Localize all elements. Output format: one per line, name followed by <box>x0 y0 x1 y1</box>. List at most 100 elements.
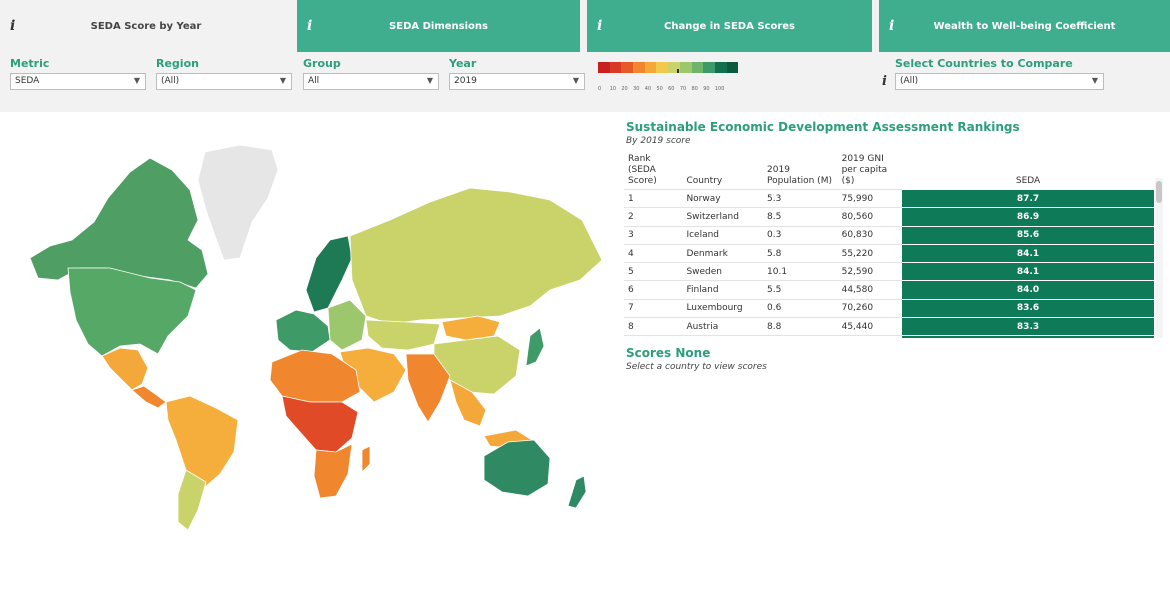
table-header-row: Rank (SEDA Score) Country 2019 Populatio… <box>624 152 1154 190</box>
map-region-japan[interactable] <box>525 327 545 367</box>
map-region-china[interactable] <box>433 335 521 395</box>
tab-seda-dimensions[interactable]: i SEDA Dimensions <box>297 0 580 52</box>
map-region-canada[interactable] <box>29 157 209 289</box>
info-icon[interactable]: i <box>10 18 15 34</box>
legend-swatch <box>726 62 739 73</box>
table-row[interactable]: 5 Sweden 10.1 52,590 84.1 <box>624 262 1154 281</box>
rank-cell: 9 <box>624 335 683 338</box>
tab-wealth-to-well-being[interactable]: i Wealth to Well-being Coefficient <box>879 0 1170 52</box>
rankings-title: Sustainable Economic Development Assessm… <box>626 120 1020 134</box>
map-region-usa[interactable] <box>67 267 197 357</box>
table-row[interactable]: 2 Switzerland 8.5 80,560 86.9 <box>624 207 1154 227</box>
rank-cell: 5 <box>624 262 683 281</box>
metric-filter: Metric SEDA ▼ <box>10 57 146 90</box>
table-row[interactable]: 9Netherlands17.146,18083.2 <box>624 335 1154 338</box>
group-select[interactable]: All ▼ <box>303 73 439 90</box>
world-map[interactable] <box>10 140 610 540</box>
map-region-central-asia[interactable] <box>365 319 441 351</box>
rankings-table-container[interactable]: Rank (SEDA Score) Country 2019 Populatio… <box>624 152 1164 338</box>
info-icon[interactable]: i <box>882 74 887 89</box>
chevron-down-icon: ▼ <box>572 76 579 85</box>
region-select[interactable]: (All) ▼ <box>156 73 292 90</box>
legend-swatch <box>691 62 704 73</box>
group-label: Group <box>303 57 341 70</box>
map-region-mongolia[interactable] <box>441 315 501 341</box>
region-filter: Region (All) ▼ <box>156 57 292 90</box>
scores-subtitle: Select a country to view scores <box>626 362 767 372</box>
tab-label: Wealth to Well-being Coefficient <box>933 20 1116 32</box>
country-cell: Finland <box>682 280 764 300</box>
info-icon[interactable]: i <box>307 18 312 34</box>
map-region-madagascar[interactable] <box>361 445 371 473</box>
info-icon[interactable]: i <box>889 18 894 34</box>
country-cell: Norway <box>682 188 764 208</box>
year-select[interactable]: 2019 ▼ <box>449 73 585 90</box>
gni-cell: 44,580 <box>837 280 903 300</box>
table-row[interactable]: 3 Iceland 0.3 60,830 85.6 <box>624 225 1154 245</box>
gni-cell: 80,560 <box>837 207 903 227</box>
column-header-gni[interactable]: 2019 GNI per capita ($) <box>838 152 902 190</box>
map-region-new-zealand[interactable] <box>567 475 587 509</box>
country-cell: Iceland <box>682 225 764 245</box>
seda-cell: 83.2 <box>902 335 1154 338</box>
metric-select[interactable]: SEDA ▼ <box>10 73 146 90</box>
map-region-russia[interactable] <box>349 187 603 325</box>
map-region-western-europe[interactable] <box>275 309 331 353</box>
legend-tick: 20 <box>621 86 628 92</box>
gni-cell: 55,220 <box>837 243 903 263</box>
population-cell: 5.3 <box>763 188 838 208</box>
map-region-south-america[interactable] <box>165 395 239 493</box>
column-header-country[interactable]: Country <box>682 152 763 190</box>
map-region-eastern-europe[interactable] <box>327 299 367 351</box>
scrollbar-thumb[interactable] <box>1156 181 1162 203</box>
info-icon[interactable]: i <box>597 18 602 34</box>
legend-color-scale <box>598 62 739 73</box>
map-region-australia[interactable] <box>483 439 551 497</box>
column-header-seda[interactable]: SEDA <box>902 152 1154 190</box>
group-filter: Group All ▼ <box>303 57 439 90</box>
legend-tick: 30 <box>633 86 640 92</box>
table-row[interactable]: 1 Norway 5.3 75,990 87.7 <box>624 188 1154 208</box>
gni-cell: 46,180 <box>837 335 903 338</box>
seda-cell: 86.9 <box>902 207 1154 227</box>
metric-value: SEDA <box>15 76 40 86</box>
legend-swatch <box>656 62 669 73</box>
tab-change-in-seda-scores[interactable]: i Change in SEDA Scores <box>587 0 872 52</box>
table-row[interactable]: 6 Finland 5.5 44,580 84.0 <box>624 280 1154 300</box>
legend-tick: 40 <box>644 86 652 92</box>
legend-swatch <box>609 62 622 73</box>
map-region-scandinavia[interactable] <box>305 235 353 313</box>
year-label: Year <box>449 57 477 70</box>
seda-cell: 83.6 <box>902 298 1154 318</box>
seda-cell: 87.7 <box>902 188 1154 208</box>
table-scrollbar[interactable] <box>1155 178 1163 338</box>
country-cell: Switzerland <box>682 207 764 227</box>
rankings-table: Rank (SEDA Score) Country 2019 Populatio… <box>624 152 1154 338</box>
map-region-central-america[interactable] <box>131 385 167 409</box>
population-cell: 0.6 <box>763 298 838 318</box>
metric-label: Metric <box>10 57 50 70</box>
legend-swatch <box>644 62 657 73</box>
map-region-mexico[interactable] <box>101 347 149 391</box>
column-header-population[interactable]: 2019 Population (M) <box>763 152 838 190</box>
map-region-central-africa[interactable] <box>281 395 359 453</box>
rank-cell: 8 <box>624 317 683 336</box>
year-filter: Year 2019 ▼ <box>449 57 585 90</box>
legend-tick: 60 <box>668 86 675 92</box>
population-cell: 8.5 <box>763 207 838 227</box>
tab-label: SEDA Dimensions <box>389 20 488 32</box>
seda-cell: 84.1 <box>902 262 1154 281</box>
column-header-rank[interactable]: Rank (SEDA Score) <box>624 152 682 190</box>
tab-seda-score-by-year[interactable]: i SEDA Score by Year <box>0 0 292 52</box>
rank-cell: 6 <box>624 280 683 300</box>
table-row[interactable]: 7 Luxembourg 0.6 70,260 83.6 <box>624 298 1154 318</box>
compare-select[interactable]: (All) ▼ <box>895 73 1104 90</box>
table-row[interactable]: 4 Denmark 5.8 55,220 84.1 <box>624 243 1154 263</box>
legend-swatch <box>714 62 727 73</box>
compare-label: Select Countries to Compare <box>895 57 1073 70</box>
table-row[interactable]: 8 Austria 8.8 45,440 83.3 <box>624 317 1154 336</box>
map-region-greenland[interactable] <box>197 144 279 261</box>
population-cell: 17.1 <box>763 335 838 338</box>
rank-cell: 3 <box>624 225 683 245</box>
map-region-southern-africa[interactable] <box>313 443 353 499</box>
